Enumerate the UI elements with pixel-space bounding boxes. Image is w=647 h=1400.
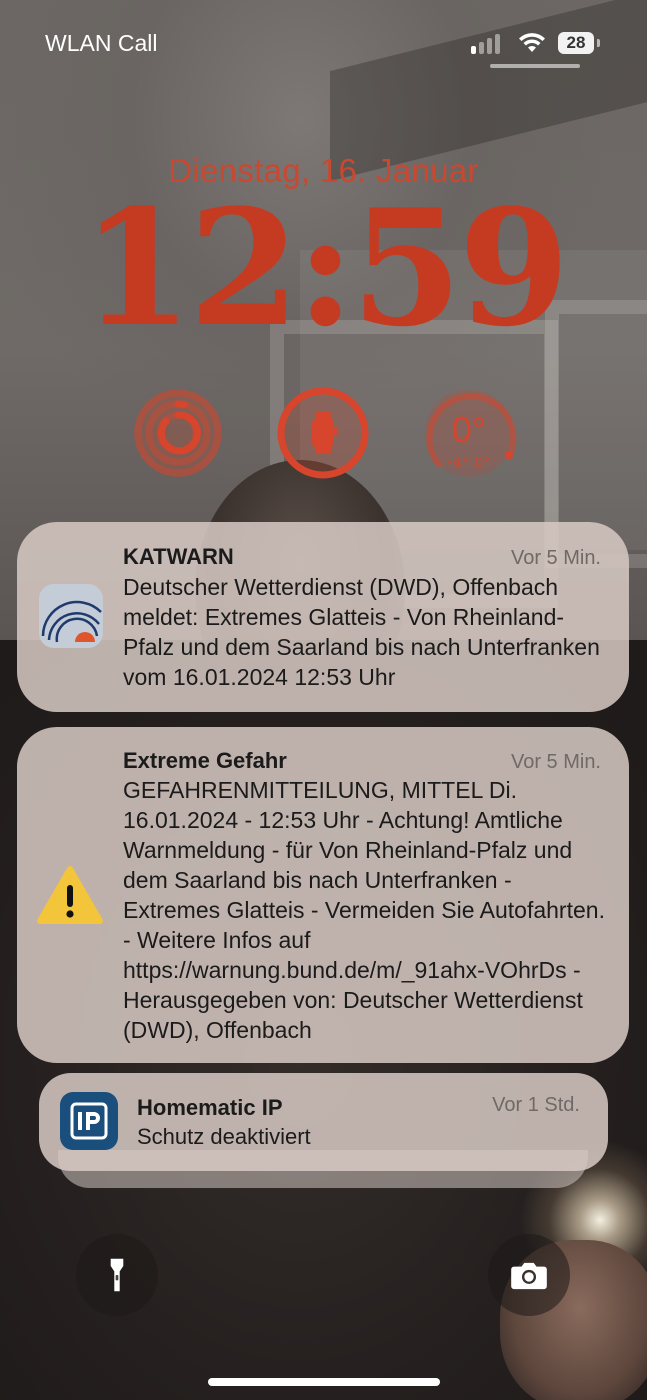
cellular-signal-icon — [471, 32, 507, 54]
notification-title: Extreme Gefahr — [123, 748, 287, 773]
lock-clock: 12:59 — [81, 174, 569, 362]
notification-time: Vor 5 Min. — [510, 547, 601, 569]
camera-icon — [511, 1262, 547, 1290]
weather-range: -4° 0° — [447, 454, 491, 471]
control-center-indicator[interactable] — [490, 64, 580, 68]
notification-katwarn[interactable]: KATWARN Vor 5 Min. Deutscher Wetterdiens… — [17, 522, 629, 712]
notification-extreme-gefahr[interactable]: Extreme Gefahr Vor 5 Min. GEFAHRENMITTEI… — [17, 727, 629, 1063]
watch-icon — [277, 387, 369, 479]
battery-indicator: 28 — [558, 32, 594, 54]
notification-time: Vor 5 Min. — [510, 751, 601, 773]
flashlight-icon — [110, 1258, 124, 1292]
activity-rings-widget[interactable] — [130, 385, 226, 481]
wifi-icon — [517, 30, 547, 54]
battery-cap — [597, 39, 600, 47]
notification-title: KATWARN — [123, 544, 234, 569]
home-indicator[interactable] — [208, 1378, 440, 1386]
notification-body: Deutscher Wetterdienst (DWD), Offen­bach… — [123, 574, 600, 690]
watch-battery-widget[interactable] — [275, 385, 371, 481]
katwarn-icon — [39, 584, 103, 648]
activity-rings-icon — [134, 389, 222, 477]
flashlight-button[interactable] — [76, 1234, 158, 1316]
weather-widget[interactable]: 0° -4° 0° — [421, 385, 517, 481]
notification-body: GEFAHRENMITTEILUNG, MITTEL Di. 16.01.202… — [123, 777, 605, 1043]
camera-button[interactable] — [488, 1234, 570, 1316]
weather-temperature: 0° — [451, 409, 487, 450]
notification-time: Vor 1 Std. — [492, 1094, 580, 1116]
notification-homematic-ip[interactable]: Homematic IP Vor 1 Std. Schutz deaktivie… — [39, 1073, 608, 1171]
homematic-ip-icon — [60, 1092, 118, 1150]
notification-title: Homematic IP — [137, 1095, 283, 1120]
warning-icon — [37, 865, 103, 925]
carrier-label: WLAN Call — [45, 30, 158, 56]
notification-body: Schutz deaktiviert — [137, 1124, 311, 1149]
